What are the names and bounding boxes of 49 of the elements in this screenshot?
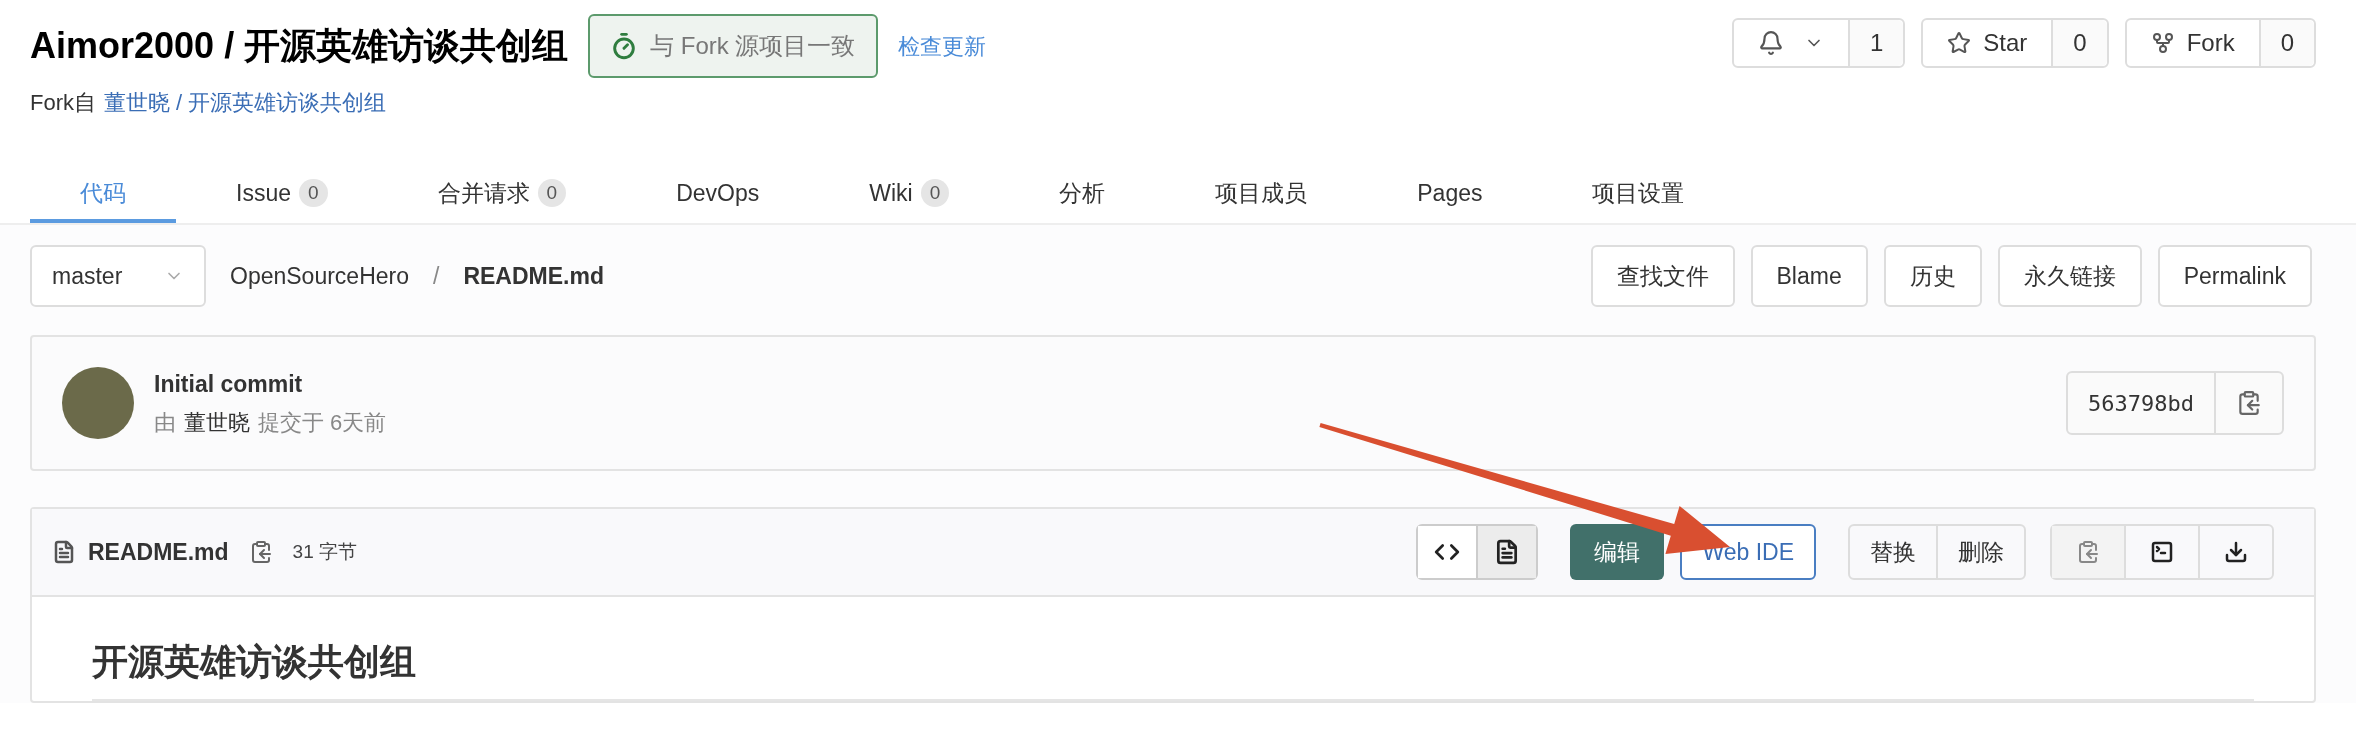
nav-tab[interactable]: Pages [1367,167,1533,223]
file-size: 31 字节 [292,539,357,564]
terminal-icon [2150,540,2174,564]
file-name: README.md [88,537,229,567]
nav-tab[interactable]: Issue 0 [186,167,378,223]
commit-sha: 563798bd [2087,389,2195,418]
copy-icon [2076,540,2100,564]
download-icon [2224,540,2248,564]
file-action-button[interactable]: Permalink [2157,245,2312,307]
file-action-button[interactable]: 历史 [1883,245,1982,307]
count-badge: 0 [920,178,950,208]
copy-icon [2236,390,2262,416]
count-label: 0 [2051,20,2107,66]
nav-tab[interactable]: 项目成员 [1165,167,1358,223]
sync-status-badge: 与 Fork 源项目一致 [588,14,878,78]
nav-tab[interactable]: 分析 [1009,167,1156,223]
count-label: 0 [2258,20,2314,66]
breadcrumb-separator: / [433,261,440,291]
breadcrumb-link[interactable]: OpenSourceHero [230,258,409,294]
file-action-button[interactable]: Blame [1750,245,1868,307]
commit-by-label: 由 [154,408,176,437]
view-mode-button[interactable] [1418,526,1477,578]
fork-icon [2150,31,2175,55]
nav-tab[interactable]: Wiki 0 [819,167,1000,223]
count-badge: 0 [299,178,328,208]
readme-heading: 开源英雄访谈共创组 [92,635,2254,701]
count-label: 1 [1847,20,1904,66]
count-badge: 0 [537,178,567,208]
author-link[interactable]: 董世晓 [184,405,250,439]
check-updates-link[interactable]: 检查更新 [897,29,986,63]
delete-button[interactable]: 删除 [1936,526,2024,578]
edit-button[interactable]: 编辑 [1570,524,1665,580]
project-title: Aimor2000 / 开源英雄访谈共创组 [30,24,569,68]
file-action-button[interactable]: 查找文件 [1590,245,1735,307]
branch-dropdown[interactable]: master [30,245,206,307]
commit-time: 提交于 6天前 [258,408,387,437]
nav-tab[interactable]: DevOps [626,167,810,223]
fork-source-label: Fork自 [30,89,96,117]
nav-tab[interactable]: 合并请求 0 [387,167,617,223]
fork-source-link[interactable]: 董世晓 / 开源英雄访谈共创组 [104,86,387,119]
breadcrumb-file: README.md [463,261,604,291]
replace-button[interactable]: 替换 [1850,526,1936,578]
commit-title: Initial commit [154,370,304,400]
star-icon [1947,31,1972,55]
view-mode-button[interactable] [1476,526,1537,578]
bell-icon [1757,30,1784,56]
nav-tab[interactable]: 项目设置 [1542,167,1735,223]
document-icon [52,540,76,564]
file-action-button[interactable]: 永久链接 [1997,245,2142,307]
